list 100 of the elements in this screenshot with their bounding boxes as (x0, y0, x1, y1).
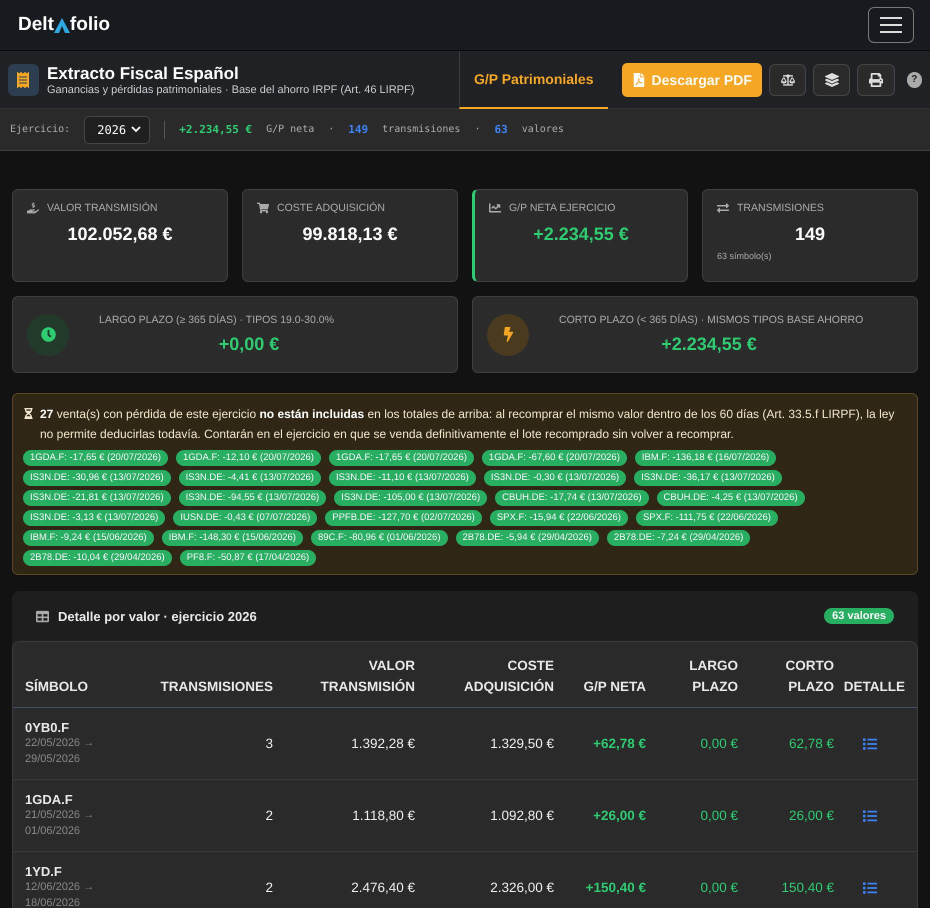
table-cell-text: 1.392,28 € (350, 736, 415, 751)
year-select[interactable]: 2026 (84, 116, 150, 144)
year-label: Ejercicio: (10, 124, 70, 135)
help-button[interactable]: ? (906, 72, 922, 88)
clock-icon (27, 314, 69, 356)
column-header: LARGO PLAZO (688, 657, 738, 696)
transfer-label: transmisiones (382, 124, 460, 135)
hourglass-icon (23, 408, 34, 419)
loss-tag: IS3N.DE: -4,41 € (13/07/2026) (178, 470, 321, 486)
loss-tag: 2B78.DE: -7,24 € (29/04/2026) (606, 530, 750, 546)
print-icon[interactable] (857, 64, 895, 96)
term-label: LARGO PLAZO (≥ 365 DÍAS) · TIPOS 19.0-30.0% (99, 314, 334, 326)
table-cell-text: +150,40 € (584, 880, 646, 895)
column-header: G/P NETA (582, 678, 646, 696)
hand-coin-icon (27, 202, 39, 214)
table-cell-text: 0,00 € (699, 808, 738, 823)
loss-tag: IS3N.DE: -0,30 € (13/07/2026) (484, 470, 626, 486)
stat-label: VALOR TRANSMISIÓN (47, 202, 158, 214)
list-icon[interactable] (862, 736, 876, 750)
term-label: CORTO PLAZO (< 365 DÍAS) · MISMOS TIPOS BASE AHORRO (559, 314, 864, 326)
list-icon[interactable] (862, 880, 876, 894)
receipt-icon (8, 64, 39, 96)
loss-tag: CBUH.DE: -4,25 € (13/07/2026) (656, 490, 805, 506)
table-cell-text: 1.329,50 € (489, 736, 554, 751)
page-title: Extracto Fiscal Español (46, 64, 240, 84)
loss-tag: SPX.F: -15,94 € (22/06/2026) (490, 510, 628, 526)
line-chart-icon (489, 202, 501, 214)
table-cell-text: +26,00 € (592, 808, 646, 823)
list-icon[interactable] (862, 808, 876, 822)
loss-tag: IS3N.DE: -11,10 € (13/07/2026) (328, 470, 476, 486)
table-cell-text: +62,78 € (592, 736, 646, 751)
table-cell-text: 2.326,00 € (489, 880, 554, 895)
loss-tag: PF8.F: -50,87 € (17/04/2026) (180, 550, 316, 566)
loss-tag: PPFB.DE: -127,70 € (02/07/2026) (325, 510, 482, 526)
warning-text: 27 venta(s) con pérdida de este ejercicio no están incluidas en los totales de arriba: al recomprar el mismo valor dentro de los 60 días (Art. 33.5.f LIRPF), la ley no permite deducirlas todavía. Contarán en el ejercicio en que se venda definitivamente el lote recomprado sin volver a recomprar. (40, 406, 896, 443)
term-value: +2.234,55 € (661, 334, 757, 355)
table-cell-text: 2.476,40 € (350, 880, 415, 895)
loss-tag: IS3N.DE: -105,00 € (13/07/2026) (334, 490, 488, 506)
date-range: 12/06/2026 → (25, 880, 96, 895)
date-range: 29/05/2026 (25, 752, 82, 767)
loss-tag: 1GDA.F: -67,60 € (20/07/2026) (482, 450, 627, 466)
loss-tag: CBUH.DE: -17,74 € (13/07/2026) (495, 490, 649, 506)
pdf-file-icon (632, 72, 646, 86)
table-cell-text: 62,78 € (788, 736, 834, 751)
scale-icon[interactable] (768, 64, 806, 96)
symbol-cell-text: 1GDA.F (25, 792, 74, 807)
table-cell-text: 0,00 € (699, 880, 738, 895)
table-icon (36, 610, 49, 622)
column-header: CORTO PLAZO (784, 657, 834, 696)
stat-label: G/P NETA EJERCICIO (509, 202, 616, 214)
separator-dot: · (328, 124, 334, 135)
loss-tag: 1GDA.F: -12,10 € (20/07/2026) (176, 450, 321, 466)
separator-dot: · (474, 124, 480, 135)
stat-value: 102.052,68 € (66, 224, 174, 245)
column-header: SÍMBOLO (25, 678, 89, 696)
loss-tag: IS3N.DE: -30,96 € (13/07/2026) (23, 470, 171, 486)
loss-tag: IS3N.DE: -94,55 € (13/07/2026) (178, 490, 326, 506)
table-cell-text: 1.092,80 € (489, 808, 554, 823)
cart-icon (257, 202, 269, 214)
menu-button[interactable] (868, 7, 914, 43)
column-header: VALOR TRANSMISIÓN (320, 657, 415, 696)
loss-tag: IS3N.DE: -21,81 € (13/07/2026) (23, 490, 171, 506)
symbol-cell-text: 1YD.F (25, 864, 63, 879)
loss-tag: IS3N.DE: -3,13 € (13/07/2026) (23, 510, 166, 526)
values-label: valores (522, 124, 564, 135)
values-badge: 63 valores (824, 608, 894, 624)
loss-tag: 1GDA.F: -17,65 € (20/07/2026) (23, 450, 168, 466)
net-gain: +2.234,55 € (179, 123, 252, 136)
term-value: +0,00 € (218, 334, 280, 355)
loss-tag: SPX.F: -111,75 € (22/06/2026) (636, 510, 778, 526)
layers-icon[interactable] (813, 64, 850, 96)
loss-tag: 1GDA.F: -17,65 € (20/07/2026) (328, 450, 474, 466)
lightning-icon (487, 314, 529, 356)
loss-tag: 2B78.DE: -10,04 € (29/04/2026) (23, 550, 172, 566)
date-range: 21/05/2026 → (25, 808, 96, 823)
values-count: 63 (494, 123, 508, 136)
table-cell-text: 26,00 € (788, 808, 834, 823)
date-range: 18/06/2026 (25, 896, 82, 908)
loss-tag: IS3N.DE: -36,17 € (13/07/2026) (634, 470, 782, 486)
table-cell-text: 2 (264, 880, 273, 895)
date-range: 22/05/2026 → (25, 736, 96, 751)
panel-title: Detalle por valor · ejercicio 2026 (58, 608, 257, 624)
net-label: G/P neta (266, 124, 314, 135)
brand-logo: Delt folio (18, 14, 110, 36)
column-header: DETALLE (842, 678, 905, 696)
table-cell-text: 2 (264, 808, 273, 823)
chevron-down-icon (131, 126, 142, 133)
loss-tag: IBM.F: -148,30 € (15/06/2026) (162, 530, 303, 546)
date-range: 01/06/2026 (25, 824, 82, 839)
loss-tag: IBM.F: -136,18 € (16/07/2026) (634, 450, 776, 466)
symbol-cell-text: 0YB0.F (25, 720, 70, 735)
stat-value: 99.818,13 € (301, 224, 399, 245)
swap-arrows-icon (717, 202, 729, 214)
table-cell-text: 1.118,80 € (351, 808, 415, 823)
loss-tag: 2B78.DE: -5,94 € (29/04/2026) (456, 530, 599, 546)
table-cell-text: 3 (264, 736, 273, 751)
stat-value: 149 (794, 224, 826, 245)
page-subtitle: Ganancias y pérdidas patrimoniales · Base del ahorro IRPF (Art. 46 LIRPF) (46, 84, 416, 96)
column-header: COSTE ADQUISICIÓN (462, 657, 554, 696)
transfer-count: 149 (348, 123, 368, 136)
